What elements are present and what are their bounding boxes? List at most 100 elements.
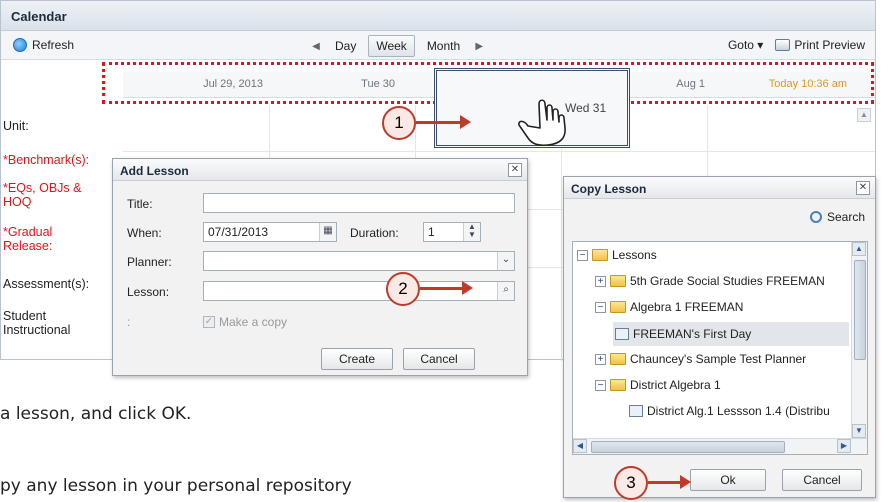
duration-stepper-icon[interactable]: ▲ ▼ xyxy=(463,223,480,241)
when-label: When: xyxy=(127,226,162,240)
copy-cancel-button[interactable]: Cancel xyxy=(782,469,862,491)
expand-icon[interactable]: + xyxy=(595,275,606,287)
row-label-student: Student Instructional xyxy=(3,309,71,337)
planner-select[interactable]: ⌄ xyxy=(203,251,515,271)
printer-icon xyxy=(775,39,791,51)
duration-value: 1 xyxy=(428,225,435,239)
tree-item-label: FREEMAN's First Day xyxy=(633,327,752,341)
cancel-button[interactable]: Cancel xyxy=(403,348,475,370)
calendar-picker-icon[interactable]: ▦ xyxy=(319,223,336,241)
search-label: Search xyxy=(826,210,865,224)
tree-item[interactable]: + 5th Grade Social Studies FREEMAN xyxy=(595,274,825,288)
caption-line-1: a lesson, and click OK. xyxy=(0,404,192,424)
folder-icon xyxy=(610,301,626,313)
ok-button[interactable]: Ok xyxy=(690,469,766,491)
lesson-label: Lesson: xyxy=(127,285,170,299)
tree-item-selected[interactable]: FREEMAN's First Day xyxy=(613,322,849,346)
make-copy-label: Make a copy xyxy=(219,315,288,329)
toolbar-right: Goto ▾ Print Preview xyxy=(728,38,865,52)
close-icon[interactable]: ✕ xyxy=(856,181,870,195)
scroll-thumb[interactable] xyxy=(591,441,785,453)
refresh-button[interactable]: Refresh xyxy=(13,38,74,52)
folder-icon xyxy=(592,249,608,261)
tree-item[interactable]: District Alg.1 Lessson 1.4 (Distribu xyxy=(629,404,830,418)
make-copy-checkbox[interactable]: ✓ Make a copy xyxy=(203,315,287,329)
row-label-gradual: *Gradual Release: xyxy=(3,225,53,253)
refresh-icon xyxy=(13,38,27,52)
duration-input[interactable]: 1 ▲ ▼ xyxy=(423,222,481,242)
callout-2: 2 xyxy=(386,272,420,306)
caption-line-2: py any lesson in your personal repositor… xyxy=(0,476,352,496)
collapse-icon[interactable]: − xyxy=(577,249,588,261)
callout-3-arrow xyxy=(648,475,691,489)
add-lesson-title: Add Lesson xyxy=(113,159,527,181)
prev-arrow-icon[interactable]: ◀ xyxy=(309,41,323,52)
callout-1-arrow xyxy=(416,115,471,129)
tree-item[interactable]: − Algebra 1 FREEMAN xyxy=(595,300,743,314)
close-icon[interactable]: ✕ xyxy=(508,163,522,177)
planner-label: Planner: xyxy=(127,255,172,269)
checkbox-icon: ✓ xyxy=(203,316,215,328)
search-icon[interactable]: ⌕ xyxy=(497,282,514,300)
copy-lesson-dialog: Copy Lesson ✕ Search − Lessons + 5th Gra… xyxy=(563,176,876,498)
view-month-button[interactable]: Month xyxy=(419,35,468,57)
calendar-title: Calendar xyxy=(1,1,875,31)
callout-2-arrow xyxy=(420,281,473,295)
scroll-up-icon[interactable]: ▲ xyxy=(852,242,866,256)
scroll-thumb[interactable] xyxy=(854,260,866,360)
lesson-tree[interactable]: − Lessons + 5th Grade Social Studies FRE… xyxy=(572,241,868,455)
search-button[interactable]: Search xyxy=(809,210,865,224)
duration-label: Duration: xyxy=(350,226,399,240)
when-input[interactable]: 07/31/2013 ▦ xyxy=(203,222,337,242)
print-preview-label: Print Preview xyxy=(794,38,865,52)
title-label: Title: xyxy=(127,197,153,211)
refresh-label: Refresh xyxy=(32,38,75,52)
calendar-toolbar: Refresh ◀ Day Week Month ▶ Goto ▾ Print … xyxy=(1,31,875,60)
tree-item-label: Chauncey's Sample Test Planner xyxy=(630,352,807,366)
view-week-button[interactable]: Week xyxy=(368,35,415,57)
title-input[interactable] xyxy=(203,193,515,213)
when-value: 07/31/2013 xyxy=(208,225,269,239)
vertical-scrollbar[interactable]: ▲ ▼ xyxy=(851,242,867,438)
scroll-left-icon[interactable]: ◀ xyxy=(573,439,587,453)
row-label-assessment: Assessment(s): xyxy=(3,277,90,291)
hand-cursor-icon xyxy=(518,99,566,147)
lesson-doc-icon xyxy=(629,405,643,417)
horizontal-scrollbar[interactable]: ◀ ▶ xyxy=(573,438,867,454)
tree-item-label: Algebra 1 FREEMAN xyxy=(630,300,744,314)
view-day-button[interactable]: Day xyxy=(327,35,364,57)
tree-item-label: District Algebra 1 xyxy=(630,378,721,392)
magnifier-icon xyxy=(809,211,822,223)
callout-3: 3 xyxy=(614,466,648,500)
tree-item-label: 5th Grade Social Studies FREEMAN xyxy=(630,274,825,288)
goto-dropdown[interactable]: Goto ▾ xyxy=(728,38,763,52)
collapse-icon[interactable]: − xyxy=(595,301,606,313)
row-label-unit: Unit: xyxy=(3,119,29,133)
expand-icon[interactable]: + xyxy=(595,353,606,365)
collapse-icon[interactable]: − xyxy=(595,379,606,391)
tree-item[interactable]: − District Algebra 1 xyxy=(595,378,721,392)
tree-item-label: District Alg.1 Lessson 1.4 (Distribu xyxy=(647,404,830,418)
next-arrow-icon[interactable]: ▶ xyxy=(472,41,486,52)
row-label-eqs: *EQs, OBJs & HOQ xyxy=(3,181,82,209)
create-button[interactable]: Create xyxy=(321,348,393,370)
copy-lesson-title: Copy Lesson xyxy=(564,177,875,199)
folder-icon xyxy=(610,379,626,391)
lesson-doc-icon xyxy=(615,328,629,340)
add-lesson-dialog: Add Lesson ✕ Title: When: 07/31/2013 ▦ D… xyxy=(112,158,528,376)
chevron-down-icon[interactable]: ⌄ xyxy=(497,252,514,270)
callout-1: 1 xyxy=(382,106,416,140)
extra-label: : xyxy=(127,315,131,329)
tree-item-label: Lessons xyxy=(612,248,657,262)
row-label-benchmark: *Benchmark(s): xyxy=(3,153,90,167)
scroll-up-icon[interactable]: ▲ xyxy=(857,108,871,122)
folder-icon xyxy=(610,275,626,287)
folder-icon xyxy=(610,353,626,365)
scroll-right-icon[interactable]: ▶ xyxy=(837,439,851,453)
scroll-down-icon[interactable]: ▼ xyxy=(852,424,866,438)
view-nav: ◀ Day Week Month ▶ xyxy=(309,35,486,57)
grid-line xyxy=(123,151,875,152)
tree-item[interactable]: + Chauncey's Sample Test Planner xyxy=(595,352,806,366)
tree-item[interactable]: − Lessons xyxy=(577,248,657,262)
print-preview-button[interactable]: Print Preview xyxy=(775,38,865,52)
